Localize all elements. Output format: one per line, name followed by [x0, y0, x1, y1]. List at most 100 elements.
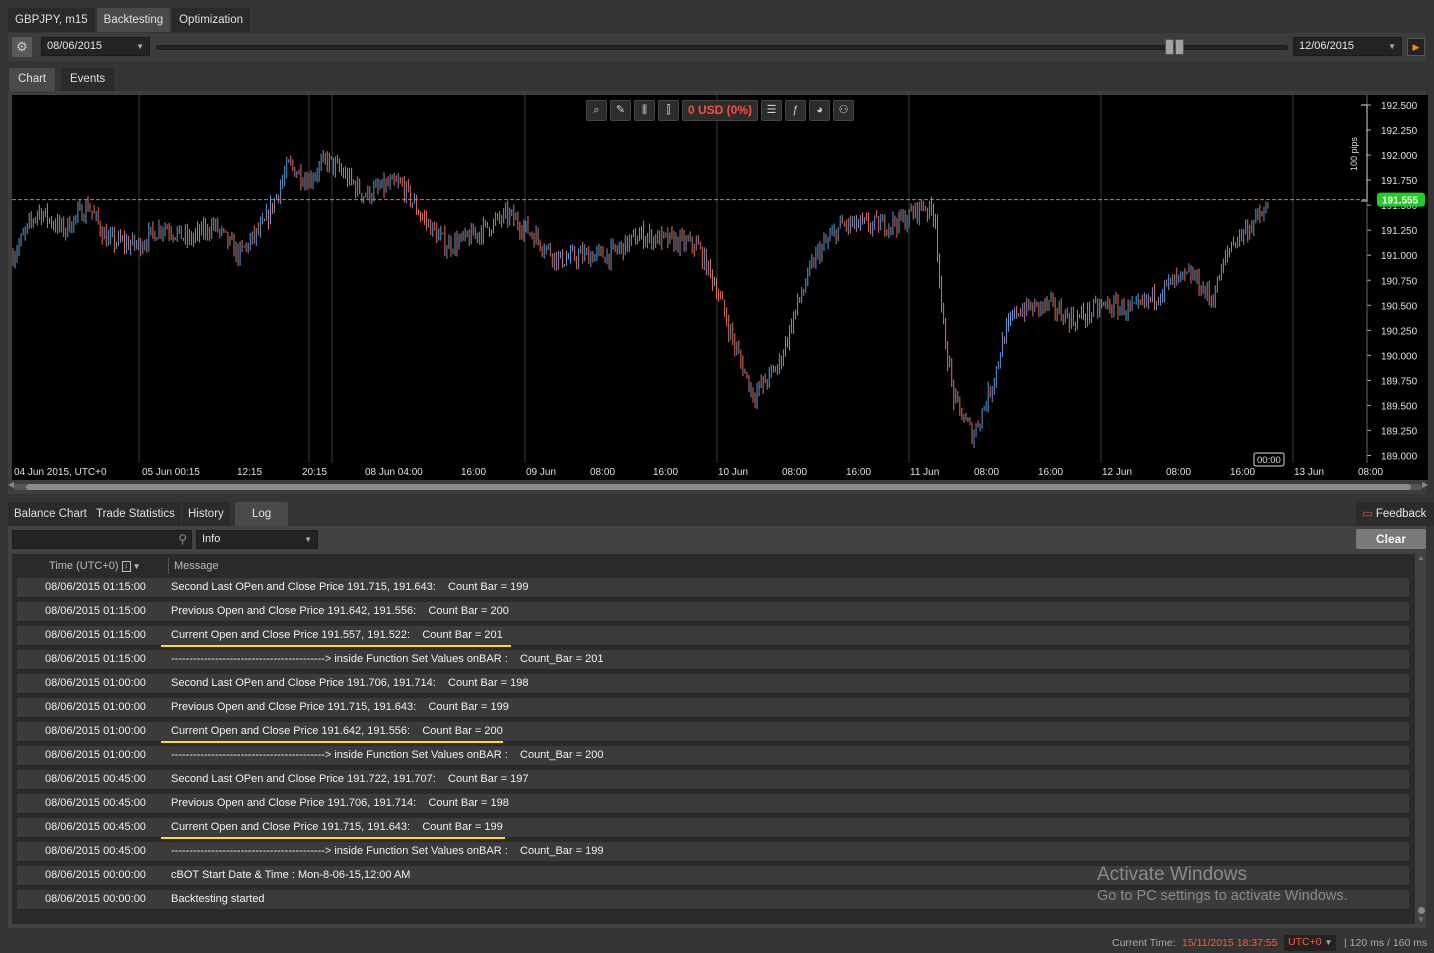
- y-tick-label: 189.000: [1381, 451, 1418, 462]
- scroll-right-icon[interactable]: ▶: [1422, 480, 1428, 489]
- current-time-label: Current Time:: [1112, 937, 1176, 949]
- current-time-value: 15/11/2015 18:37:55: [1182, 937, 1278, 949]
- date-range-slider[interactable]: [156, 45, 1288, 50]
- log-message: Current Open and Close Price 191.715, 19…: [171, 821, 503, 833]
- backtest-toolbar: ⚙ 08/06/2015 ▼ 12/06/2015 ▼ ▶: [8, 33, 1426, 61]
- timezone-select[interactable]: UTC+0 ▼: [1284, 935, 1337, 951]
- x-tick-label: 16:00: [1230, 467, 1255, 478]
- x-tick-label: 16:00: [1038, 467, 1063, 478]
- chart-plot-area: [12, 95, 1367, 463]
- log-message: Second Last OPen and Close Price 191.715…: [171, 581, 529, 593]
- log-row[interactable]: 08/06/2015 00:45:00 Current Open and Clos…: [17, 818, 1409, 839]
- activate-windows-title: Activate Windows: [1097, 864, 1247, 885]
- tab-symbol[interactable]: GBPJPY, m15: [8, 8, 95, 32]
- log-row[interactable]: 08/06/2015 01:00:00 Previous Open and Clo…: [17, 698, 1409, 717]
- highlight-underline: [161, 837, 505, 839]
- search-icon: ⚲: [178, 532, 187, 546]
- log-time: 08/06/2015 00:45:00: [45, 773, 146, 785]
- price-chart[interactable]: 192.500192.250192.000191.750191.500191.2…: [12, 95, 1428, 480]
- y-tick-label: 189.500: [1381, 401, 1418, 412]
- log-search-input[interactable]: ⚲: [12, 530, 192, 549]
- y-tick-label: 192.500: [1381, 101, 1418, 112]
- log-time: 08/06/2015 00:45:00: [45, 821, 146, 833]
- bar-type-icon[interactable]: ⫼: [634, 99, 655, 121]
- chevron-down-icon: ▼: [1388, 42, 1396, 51]
- chart-horizontal-scrollbar[interactable]: [14, 484, 1422, 490]
- tab-events[interactable]: Events: [61, 68, 115, 91]
- scroll-down-icon[interactable]: ▼: [1417, 915, 1425, 924]
- x-tick-label: 08:00: [590, 467, 615, 478]
- tab-log[interactable]: Log: [235, 502, 289, 526]
- log-time: 08/06/2015 01:00:00: [45, 749, 146, 761]
- x-tick-label: 08 Jun 04:00: [365, 467, 423, 478]
- y-tick-label: 191.000: [1381, 251, 1418, 262]
- x-tick-label: 08:00: [1358, 467, 1383, 478]
- log-time: 08/06/2015 00:45:00: [45, 797, 146, 809]
- tab-backtesting[interactable]: Backtesting: [96, 8, 171, 32]
- start-date-value: 08/06/2015: [47, 40, 103, 52]
- tab-optimization[interactable]: Optimization: [172, 8, 251, 32]
- log-time: 08/06/2015 01:15:00: [45, 629, 146, 641]
- tab-chart[interactable]: Chart: [9, 68, 56, 91]
- status-bar: Current Time: 15/11/2015 18:37:55 UTC+0 …: [0, 932, 1434, 953]
- end-date-select[interactable]: 12/06/2015 ▼: [1293, 37, 1402, 56]
- chart-toolbar: ⌕ ✎ ⫼ ⫿ 0 USD (0%) ☰ ƒ ◕ ⚇: [586, 99, 855, 121]
- column-header-time[interactable]: Time (UTC+0) ↕ ▼: [49, 560, 141, 574]
- log-row[interactable]: 08/06/2015 01:15:00 Second Last OPen and …: [17, 578, 1409, 597]
- slider-handle-left[interactable]: [1165, 39, 1174, 55]
- log-row[interactable]: 08/06/2015 01:00:00 ---------------------…: [17, 746, 1409, 765]
- log-row[interactable]: 08/06/2015 01:15:00 Previous Open and Clo…: [17, 602, 1409, 621]
- scrollbar-thumb[interactable]: [26, 484, 1411, 490]
- log-message: Current Open and Close Price 191.642, 19…: [171, 725, 503, 737]
- log-level-select[interactable]: Info ▼: [196, 530, 318, 549]
- x-tick-label: 12:15: [237, 467, 262, 478]
- column-divider: [168, 558, 169, 574]
- log-row[interactable]: 08/06/2015 00:45:00 Previous Open and Clo…: [17, 794, 1409, 813]
- x-tick-label: 16:00: [461, 467, 486, 478]
- settings-icon[interactable]: ⚇: [833, 99, 855, 121]
- y-tick-label: 191.750: [1381, 176, 1418, 187]
- clear-button[interactable]: Clear: [1356, 529, 1426, 549]
- scroll-up-icon[interactable]: ▲: [1417, 553, 1425, 562]
- x-tick-label: 12 Jun: [1102, 467, 1132, 478]
- log-row[interactable]: 08/06/2015 01:00:00 Current Open and Clos…: [17, 722, 1409, 743]
- tab-history[interactable]: History: [182, 502, 230, 526]
- scale-label: 100 pips: [1349, 136, 1359, 171]
- log-row[interactable]: 08/06/2015 01:00:00 Second Last OPen and …: [17, 674, 1409, 693]
- chevron-down-icon[interactable]: ▼: [133, 562, 141, 571]
- log-message: ----------------------------------------…: [171, 749, 604, 761]
- scrollbar-thumb[interactable]: [1418, 907, 1425, 914]
- log-row[interactable]: 08/06/2015 00:45:00 Second Last OPen and …: [17, 770, 1409, 789]
- indicator-icon[interactable]: ƒ: [785, 99, 807, 121]
- list-icon[interactable]: ☰: [761, 99, 783, 121]
- timeframe-icon[interactable]: ⫿: [658, 99, 679, 121]
- start-date-select[interactable]: 08/06/2015 ▼: [41, 37, 150, 56]
- log-time: 08/06/2015 01:15:00: [45, 605, 146, 617]
- log-vertical-scrollbar[interactable]: ▲ ▼: [1417, 553, 1425, 924]
- color-icon[interactable]: ◕: [809, 99, 831, 121]
- tab-trade-statistics[interactable]: Trade Statistics: [90, 502, 181, 526]
- log-row[interactable]: 08/06/2015 00:45:00 ---------------------…: [17, 842, 1409, 861]
- log-row[interactable]: 08/06/2015 01:15:00 Current Open and Clos…: [17, 626, 1409, 647]
- end-date-value: 12/06/2015: [1299, 40, 1355, 52]
- slider-handle-right[interactable]: [1175, 39, 1184, 55]
- gear-icon[interactable]: ⚙: [12, 37, 32, 57]
- zoom-icon[interactable]: ⌕: [586, 99, 607, 121]
- y-tick-label: 189.250: [1381, 426, 1418, 437]
- play-icon[interactable]: ▶: [1407, 38, 1425, 56]
- y-tick-label: 189.750: [1381, 376, 1418, 387]
- tab-balance-chart[interactable]: Balance Chart: [8, 502, 93, 526]
- log-message: cBOT Start Date & Time : Mon-8-06-15,12:…: [171, 869, 411, 881]
- log-time: 08/06/2015 01:00:00: [45, 725, 146, 737]
- feedback-button[interactable]: ▭ Feedback: [1356, 502, 1434, 526]
- column-header-message[interactable]: Message: [174, 560, 219, 574]
- log-row[interactable]: 08/06/2015 01:15:00 ---------------------…: [17, 650, 1409, 669]
- log-time: 08/06/2015 01:15:00: [45, 581, 146, 593]
- x-tick-label: 16:00: [653, 467, 678, 478]
- highlight-underline: [161, 645, 511, 647]
- column-time-label: Time (UTC+0): [49, 560, 119, 572]
- drawing-tools-icon[interactable]: ✎: [610, 99, 631, 121]
- sort-icon[interactable]: ↕: [121, 560, 131, 572]
- highlight-underline: [161, 741, 503, 743]
- x-tick-label: 11 Jun: [910, 467, 939, 478]
